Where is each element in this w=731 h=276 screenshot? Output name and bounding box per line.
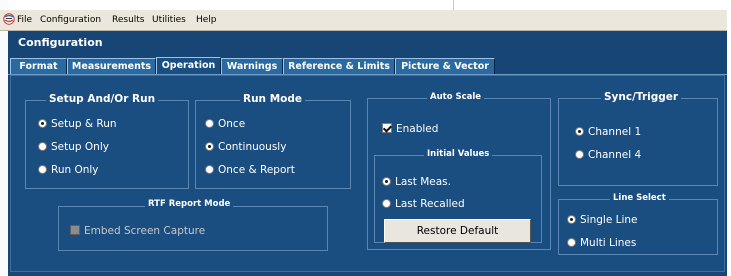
tab-reference-limits[interactable]: Reference & Limits: [283, 58, 395, 74]
radio-label: Last Recalled: [395, 198, 465, 210]
radio-once[interactable]: Once: [205, 117, 245, 131]
menu-file[interactable]: File: [17, 14, 32, 26]
radio-label: Channel 1: [588, 126, 642, 138]
radio-label: Multi Lines: [580, 237, 637, 249]
radio-label: Once & Report: [218, 164, 295, 176]
sync-trigger-group: [558, 98, 718, 186]
radio-last-meas[interactable]: Last Meas.: [382, 175, 451, 189]
radio-last-recalled[interactable]: Last Recalled: [382, 197, 465, 211]
top-divider: [453, 0, 454, 10]
radio-indicator: [205, 142, 214, 151]
left-edge: [0, 0, 8, 276]
radio-label: Setup Only: [51, 141, 109, 153]
tab-operation[interactable]: Operation: [156, 57, 221, 75]
line-select-group-title: Line Select: [610, 193, 669, 203]
radio-indicator: [38, 119, 47, 128]
checkbox-indicator: [382, 123, 392, 133]
checkbox-label: Enabled: [396, 123, 439, 135]
checkbox-auto-scale-enabled[interactable]: Enabled: [382, 122, 438, 136]
radio-label: Last Meas.: [395, 176, 451, 188]
radio-label: Once: [218, 118, 246, 130]
app-logo-icon: [3, 13, 15, 25]
sync-trigger-group-title: Sync/Trigger: [601, 91, 682, 103]
radio-continuously[interactable]: Continuously: [205, 140, 286, 154]
radio-once-and-report[interactable]: Once & Report: [205, 163, 295, 177]
radio-indicator: [205, 119, 214, 128]
radio-channel-1[interactable]: Channel 1: [575, 125, 641, 139]
radio-indicator: [382, 199, 391, 208]
auto-scale-group-title: Auto Scale: [427, 92, 485, 102]
menu-bar: File Configuration Results Utilities Hel…: [0, 10, 727, 31]
checkbox-embed-screen-capture[interactable]: Embed Screen Capture: [70, 224, 205, 238]
menu-results[interactable]: Results: [112, 14, 145, 26]
menu-utilities[interactable]: Utilities: [152, 14, 186, 26]
radio-single-line[interactable]: Single Line: [567, 213, 638, 227]
right-edge: [727, 0, 731, 276]
radio-indicator: [38, 165, 47, 174]
menu-help[interactable]: Help: [196, 14, 217, 26]
radio-indicator: [567, 215, 576, 224]
checkbox-indicator: [70, 225, 80, 235]
radio-label: Channel 4: [588, 149, 642, 161]
tab-picture-vector[interactable]: Picture & Vector: [395, 58, 495, 74]
radio-indicator: [382, 177, 391, 186]
initial-values-group-title: Initial Values: [424, 149, 493, 159]
radio-setup-only[interactable]: Setup Only: [38, 140, 109, 154]
rtf-report-group-title: RTF Report Mode: [145, 199, 234, 209]
tab-warnings[interactable]: Warnings: [221, 58, 283, 74]
radio-indicator: [205, 165, 214, 174]
menu-configuration[interactable]: Configuration: [40, 14, 101, 26]
tab-measurements[interactable]: Measurements: [67, 58, 156, 74]
radio-indicator: [575, 127, 584, 136]
radio-run-only[interactable]: Run Only: [38, 163, 99, 177]
radio-label: Run Only: [51, 164, 99, 176]
checkbox-label: Embed Screen Capture: [84, 225, 206, 237]
run-mode-group-title: Run Mode: [240, 93, 305, 105]
radio-setup-and-run[interactable]: Setup & Run: [38, 117, 117, 131]
top-strip: [0, 0, 731, 10]
radio-multi-lines[interactable]: Multi Lines: [567, 236, 636, 250]
radio-label: Setup & Run: [51, 118, 117, 130]
radio-indicator: [575, 150, 584, 159]
radio-channel-4[interactable]: Channel 4: [575, 148, 641, 162]
window-title: Configuration: [18, 36, 103, 49]
radio-label: Single Line: [580, 214, 638, 226]
radio-label: Continuously: [218, 141, 287, 153]
restore-default-button[interactable]: Restore Default: [384, 219, 531, 243]
tab-format[interactable]: Format: [10, 58, 67, 74]
radio-indicator: [567, 238, 576, 247]
radio-indicator: [38, 142, 47, 151]
setup-run-group-title: Setup And/Or Run: [46, 93, 159, 105]
